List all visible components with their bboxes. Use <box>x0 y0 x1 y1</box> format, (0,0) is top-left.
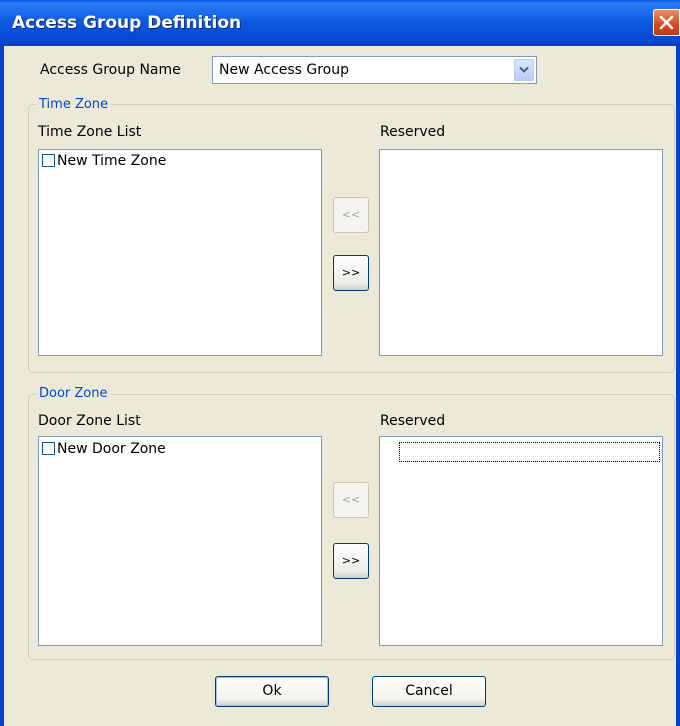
door-zone-checkbox[interactable] <box>42 442 55 455</box>
focus-rect <box>399 442 660 462</box>
time-zone-move-left-button[interactable]: << <box>333 197 369 233</box>
time-zone-list[interactable]: New Time Zone <box>38 149 322 356</box>
close-icon <box>659 15 674 30</box>
window-title: Access Group Definition <box>12 13 242 33</box>
cancel-button[interactable]: Cancel <box>372 676 486 707</box>
door-zone-list-label: Door Zone List <box>38 413 141 429</box>
time-zone-reserved-label: Reserved <box>380 124 446 140</box>
door-zone-group-label: Door Zone <box>36 386 111 401</box>
door-zone-item-label: New Door Zone <box>57 441 166 457</box>
dropdown-button[interactable] <box>514 59 534 81</box>
door-zone-move-right-button[interactable]: >> <box>333 543 369 579</box>
access-group-name-combobox[interactable]: New Access Group <box>212 56 537 84</box>
ok-button[interactable]: Ok <box>215 676 329 707</box>
door-zone-reserved-label: Reserved <box>380 413 446 429</box>
door-zone-reserved-list[interactable] <box>379 436 663 646</box>
list-item[interactable]: New Time Zone <box>42 153 166 169</box>
door-zone-move-left-button[interactable]: << <box>333 482 369 518</box>
door-zone-list[interactable]: New Door Zone <box>38 436 322 646</box>
access-group-name-value: New Access Group <box>219 62 349 78</box>
time-zone-move-right-button[interactable]: >> <box>333 255 369 291</box>
close-button[interactable] <box>653 9 680 36</box>
time-zone-item-label: New Time Zone <box>57 153 167 169</box>
time-zone-checkbox[interactable] <box>42 154 55 167</box>
time-zone-reserved-list[interactable] <box>379 149 663 356</box>
title-bar[interactable]: Access Group Definition <box>0 0 680 46</box>
time-zone-group-label: Time Zone <box>36 97 112 112</box>
time-zone-list-label: Time Zone List <box>38 124 142 140</box>
list-item[interactable]: New Door Zone <box>42 441 166 457</box>
access-group-name-label: Access Group Name <box>40 62 181 78</box>
chevron-down-icon <box>519 66 529 73</box>
